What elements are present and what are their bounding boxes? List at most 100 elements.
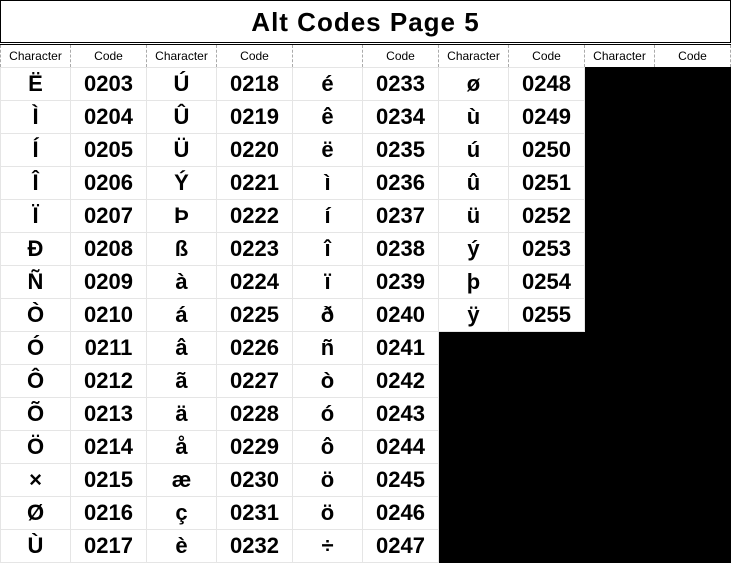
character-cell: Ó <box>1 332 71 365</box>
character-cell: Ë <box>1 68 71 101</box>
character-cell: æ <box>147 464 217 497</box>
col-header-code: Code <box>71 44 147 68</box>
empty-cell <box>655 167 731 200</box>
code-cell: 0211 <box>71 332 147 365</box>
code-cell: 0251 <box>509 167 585 200</box>
empty-cell <box>655 332 731 365</box>
code-cell: 0204 <box>71 101 147 134</box>
empty-cell <box>585 266 655 299</box>
character-cell: ß <box>147 233 217 266</box>
character-cell: ø <box>439 68 509 101</box>
code-cell: 0229 <box>217 431 293 464</box>
character-cell: î <box>293 233 363 266</box>
col-header-character <box>293 44 363 68</box>
code-cell: 0242 <box>363 365 439 398</box>
character-cell: Ú <box>147 68 217 101</box>
character-cell: ó <box>293 398 363 431</box>
col-header-character: Character <box>147 44 217 68</box>
code-cell: 0219 <box>217 101 293 134</box>
col-header-character: Character <box>585 44 655 68</box>
code-cell: 0214 <box>71 431 147 464</box>
empty-cell <box>585 167 655 200</box>
code-cell: 0253 <box>509 233 585 266</box>
character-cell: ë <box>293 134 363 167</box>
empty-cell <box>585 200 655 233</box>
character-cell: Ý <box>147 167 217 200</box>
col-header-character: Character <box>1 44 71 68</box>
col-header-code: Code <box>509 44 585 68</box>
col-header-character: Character <box>439 44 509 68</box>
table-row: Ì0204Û0219ê0234ù0249 <box>1 101 731 134</box>
table-row: Õ0213ä0228ó0243 <box>1 398 731 431</box>
character-cell: þ <box>439 266 509 299</box>
empty-cell <box>439 464 509 497</box>
empty-cell <box>509 431 585 464</box>
character-cell: è <box>147 530 217 563</box>
empty-cell <box>585 101 655 134</box>
empty-cell <box>655 233 731 266</box>
character-cell: ì <box>293 167 363 200</box>
code-cell: 0228 <box>217 398 293 431</box>
col-header-code: Code <box>217 44 293 68</box>
code-cell: 0205 <box>71 134 147 167</box>
code-cell: 0231 <box>217 497 293 530</box>
empty-cell <box>655 365 731 398</box>
empty-cell <box>585 398 655 431</box>
character-cell: × <box>1 464 71 497</box>
character-cell: Ò <box>1 299 71 332</box>
code-cell: 0225 <box>217 299 293 332</box>
character-cell: í <box>293 200 363 233</box>
code-cell: 0247 <box>363 530 439 563</box>
empty-cell <box>509 464 585 497</box>
empty-cell <box>585 365 655 398</box>
code-cell: 0218 <box>217 68 293 101</box>
character-cell: Î <box>1 167 71 200</box>
empty-cell <box>655 134 731 167</box>
code-cell: 0246 <box>363 497 439 530</box>
code-cell: 0250 <box>509 134 585 167</box>
character-cell: ÿ <box>439 299 509 332</box>
character-cell: Ø <box>1 497 71 530</box>
code-cell: 0209 <box>71 266 147 299</box>
code-cell: 0244 <box>363 431 439 464</box>
empty-cell <box>655 464 731 497</box>
empty-cell <box>439 398 509 431</box>
empty-cell <box>655 398 731 431</box>
code-cell: 0252 <box>509 200 585 233</box>
character-cell: ï <box>293 266 363 299</box>
character-cell: ñ <box>293 332 363 365</box>
code-cell: 0238 <box>363 233 439 266</box>
code-cell: 0243 <box>363 398 439 431</box>
code-cell: 0234 <box>363 101 439 134</box>
code-cell: 0235 <box>363 134 439 167</box>
character-cell: Û <box>147 101 217 134</box>
character-cell: ç <box>147 497 217 530</box>
code-cell: 0217 <box>71 530 147 563</box>
table-row: ×0215æ0230ö0245 <box>1 464 731 497</box>
character-cell: ö <box>293 464 363 497</box>
code-cell: 0224 <box>217 266 293 299</box>
empty-cell <box>509 365 585 398</box>
character-cell: Ù <box>1 530 71 563</box>
alt-codes-page: Alt Codes Page 5 CharacterCodeCharacterC… <box>0 0 731 563</box>
character-cell: â <box>147 332 217 365</box>
empty-cell <box>655 101 731 134</box>
character-cell: ý <box>439 233 509 266</box>
code-cell: 0212 <box>71 365 147 398</box>
character-cell: ã <box>147 365 217 398</box>
empty-cell <box>655 431 731 464</box>
code-cell: 0207 <box>71 200 147 233</box>
code-cell: 0254 <box>509 266 585 299</box>
code-cell: 0236 <box>363 167 439 200</box>
code-cell: 0220 <box>217 134 293 167</box>
character-cell: ô <box>293 431 363 464</box>
empty-cell <box>585 497 655 530</box>
empty-cell <box>585 233 655 266</box>
code-cell: 0255 <box>509 299 585 332</box>
code-cell: 0210 <box>71 299 147 332</box>
empty-cell <box>585 299 655 332</box>
table-row: Í0205Ü0220ë0235ú0250 <box>1 134 731 167</box>
empty-cell <box>655 497 731 530</box>
empty-cell <box>655 530 731 563</box>
table-row: Ñ0209à0224ï0239þ0254 <box>1 266 731 299</box>
